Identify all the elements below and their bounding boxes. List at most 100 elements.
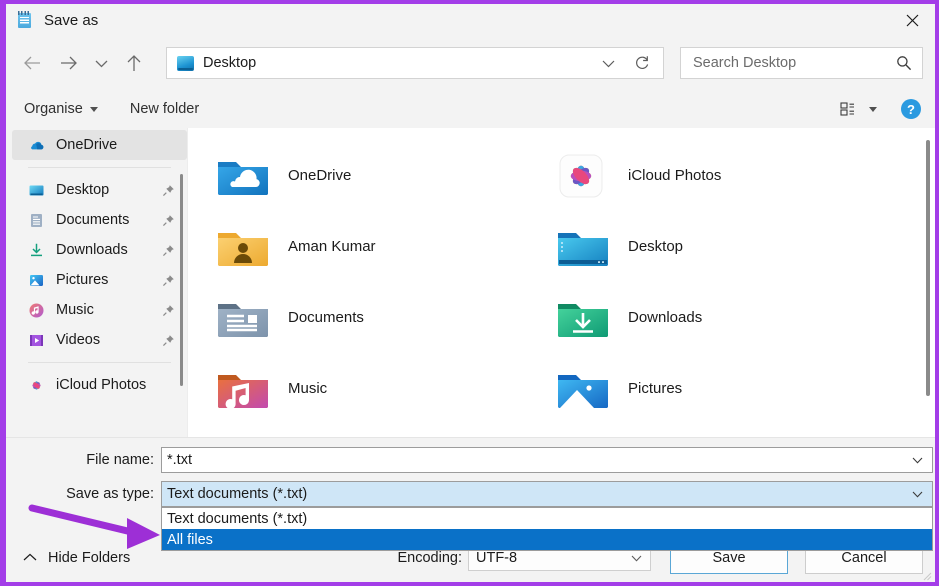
file-item-music[interactable]: Music: [216, 353, 556, 424]
dropdown-option-text-documents[interactable]: Text documents (*.txt): [162, 508, 932, 529]
filename-value: *.txt: [167, 452, 906, 468]
refresh-icon[interactable]: [625, 48, 659, 78]
up-button[interactable]: [116, 46, 152, 80]
file-list-pane: OneDrive: [187, 128, 935, 437]
downloads-icon: [28, 242, 45, 259]
back-button[interactable]: [14, 46, 50, 80]
dropdown-option-label: Text documents (*.txt): [167, 511, 307, 527]
sidebar-divider: [28, 167, 171, 168]
sidebar-item-pictures[interactable]: Pictures: [6, 265, 187, 295]
sidebar-item-icloud-photos[interactable]: iCloud Photos: [6, 370, 187, 400]
dialog-body: OneDrive Desktop Documents: [6, 128, 935, 437]
sidebar-item-label: Videos: [56, 332, 151, 348]
file-item-label: Documents: [288, 309, 364, 326]
savetype-row: Save as type: Text documents (*.txt): [6, 481, 933, 507]
pin-icon[interactable]: [162, 304, 175, 317]
icloud-photos-icon: [28, 377, 45, 394]
sidebar-item-label: Downloads: [56, 242, 151, 258]
close-icon[interactable]: [889, 4, 935, 36]
music-icon: [28, 302, 45, 319]
filename-input[interactable]: *.txt: [161, 447, 933, 473]
filename-label: File name:: [6, 452, 161, 468]
new-folder-button[interactable]: New folder: [130, 101, 199, 117]
desktop-folder-icon: [177, 56, 194, 71]
hide-folders-button[interactable]: Hide Folders: [23, 550, 130, 566]
documents-icon: [28, 212, 45, 229]
chevron-down-icon[interactable]: [906, 457, 928, 464]
music-folder-icon: [216, 367, 270, 411]
sidebar-item-label: Music: [56, 302, 151, 318]
search-icon[interactable]: [896, 55, 912, 71]
file-item-pictures[interactable]: Pictures: [556, 353, 935, 424]
organise-button[interactable]: Organise: [24, 101, 98, 117]
file-item-documents[interactable]: Documents: [216, 282, 556, 353]
desktop-folder-icon: [556, 225, 610, 269]
address-bar[interactable]: Desktop: [166, 47, 664, 79]
resize-grip[interactable]: [920, 568, 932, 580]
pictures-icon: [28, 272, 45, 289]
file-item-onedrive[interactable]: OneDrive: [216, 140, 556, 211]
sidebar-item-downloads[interactable]: Downloads: [6, 235, 187, 265]
downloads-folder-icon: [556, 296, 610, 340]
sidebar-item-onedrive[interactable]: OneDrive: [12, 130, 187, 160]
file-item-desktop[interactable]: Desktop: [556, 211, 935, 282]
view-caret-down-icon[interactable]: [869, 107, 877, 112]
encoding-value: UTF-8: [476, 550, 625, 566]
dropdown-option-all-files[interactable]: All files: [162, 529, 932, 550]
filename-row: File name: *.txt: [6, 447, 933, 473]
desktop-icon: [28, 182, 45, 199]
chevron-down-icon[interactable]: [625, 555, 647, 562]
sidebar-item-music[interactable]: Music: [6, 295, 187, 325]
sidebar-scrollbar[interactable]: [180, 174, 183, 386]
pin-icon[interactable]: [162, 214, 175, 227]
sidebar-item-label: iCloud Photos: [56, 377, 175, 393]
search-input[interactable]: Search Desktop: [693, 55, 896, 71]
sidebar-item-label: Documents: [56, 212, 151, 228]
save-as-dialog: Save as Desktop: [6, 4, 935, 582]
videos-icon: [28, 332, 45, 349]
organise-label: Organise: [24, 101, 83, 117]
savetype-label: Save as type:: [6, 486, 161, 502]
file-grid: OneDrive: [188, 128, 935, 424]
title-bar: Save as: [6, 4, 935, 36]
chevron-down-icon[interactable]: [906, 491, 928, 498]
file-item-label: OneDrive: [288, 167, 351, 184]
file-item-label: Aman Kumar: [288, 238, 376, 255]
file-item-downloads[interactable]: Downloads: [556, 282, 935, 353]
sidebar-item-label: Desktop: [56, 182, 151, 198]
documents-folder-icon: [216, 296, 270, 340]
onedrive-cloud-icon: [28, 137, 45, 154]
sidebar-item-videos[interactable]: Videos: [6, 325, 187, 355]
recent-locations-button[interactable]: [86, 46, 116, 80]
file-pane-scrollbar[interactable]: [926, 140, 930, 396]
breadcrumb[interactable]: Desktop: [203, 55, 591, 71]
window-title: Save as: [44, 12, 98, 29]
file-item-icloud-photos[interactable]: iCloud Photos: [556, 140, 935, 211]
help-label: ?: [907, 102, 915, 117]
command-bar-right: ?: [840, 99, 921, 119]
user-folder-icon: [216, 225, 270, 269]
savetype-combobox[interactable]: Text documents (*.txt): [161, 481, 933, 507]
pin-icon[interactable]: [162, 184, 175, 197]
forward-button[interactable]: [50, 46, 86, 80]
help-icon[interactable]: ?: [901, 99, 921, 119]
save-label: Save: [712, 550, 745, 566]
sidebar-item-desktop[interactable]: Desktop: [6, 175, 187, 205]
sidebar-item-documents[interactable]: Documents: [6, 205, 187, 235]
pin-icon[interactable]: [162, 244, 175, 257]
chevron-up-icon: [23, 550, 37, 566]
file-item-label: Downloads: [628, 309, 702, 326]
navigation-pane: OneDrive Desktop Documents: [6, 128, 187, 437]
pin-icon[interactable]: [162, 334, 175, 347]
file-item-label: Desktop: [628, 238, 683, 255]
list-view-icon[interactable]: [840, 101, 859, 117]
onedrive-folder-icon: [216, 154, 270, 198]
search-box[interactable]: Search Desktop: [680, 47, 923, 79]
command-bar: Organise New folder ?: [6, 90, 935, 128]
savetype-dropdown-list[interactable]: Text documents (*.txt) All files: [161, 507, 933, 551]
file-item-aman-kumar[interactable]: Aman Kumar: [216, 211, 556, 282]
sidebar-item-label: OneDrive: [56, 137, 175, 153]
pin-icon[interactable]: [162, 274, 175, 287]
chevron-down-icon[interactable]: [591, 48, 625, 78]
sidebar-item-label: Pictures: [56, 272, 151, 288]
